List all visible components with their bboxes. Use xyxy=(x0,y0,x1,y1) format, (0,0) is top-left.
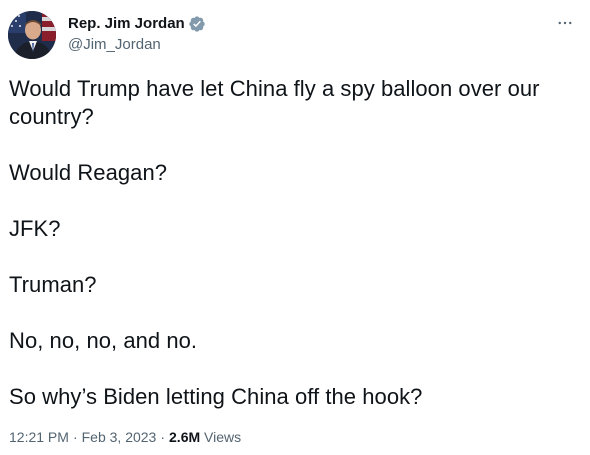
tweet-date[interactable]: Feb 3, 2023 xyxy=(82,429,157,445)
display-name[interactable]: Rep. Jim Jordan xyxy=(68,14,185,34)
more-horizontal-icon xyxy=(558,21,572,25)
handle[interactable]: @Jim_Jordan xyxy=(68,35,161,55)
tweet-paragraph: Would Trump have let China fly a spy bal… xyxy=(9,76,540,129)
views-label: Views xyxy=(204,429,242,445)
meta-separator: · xyxy=(72,429,78,445)
more-options-button[interactable] xyxy=(552,12,578,34)
verified-badge-icon xyxy=(188,15,206,33)
tweet-paragraph: Truman? xyxy=(9,272,97,297)
views-count: 2.6M xyxy=(169,429,201,445)
tweet-paragraph: JFK? xyxy=(9,216,61,241)
avatar-image xyxy=(8,11,56,59)
avatar[interactable] xyxy=(8,11,56,59)
tweet-text: Would Trump have let China fly a spy bal… xyxy=(9,75,579,439)
tweet-time[interactable]: 12:21 PM xyxy=(9,429,69,445)
tweet: Rep. Jim Jordan @Jim_Jordan Would Trump … xyxy=(0,0,590,455)
meta-separator: · xyxy=(160,429,166,445)
tweet-paragraph: So why’s Biden letting China off the hoo… xyxy=(9,384,423,409)
author-name-row[interactable]: Rep. Jim Jordan xyxy=(68,14,206,34)
tweet-paragraph: Would Reagan? xyxy=(9,160,168,185)
tweet-paragraph: No, no, no, and no. xyxy=(9,328,198,353)
tweet-metadata: 12:21 PM · Feb 3, 2023 · 2.6M Views xyxy=(9,427,241,447)
